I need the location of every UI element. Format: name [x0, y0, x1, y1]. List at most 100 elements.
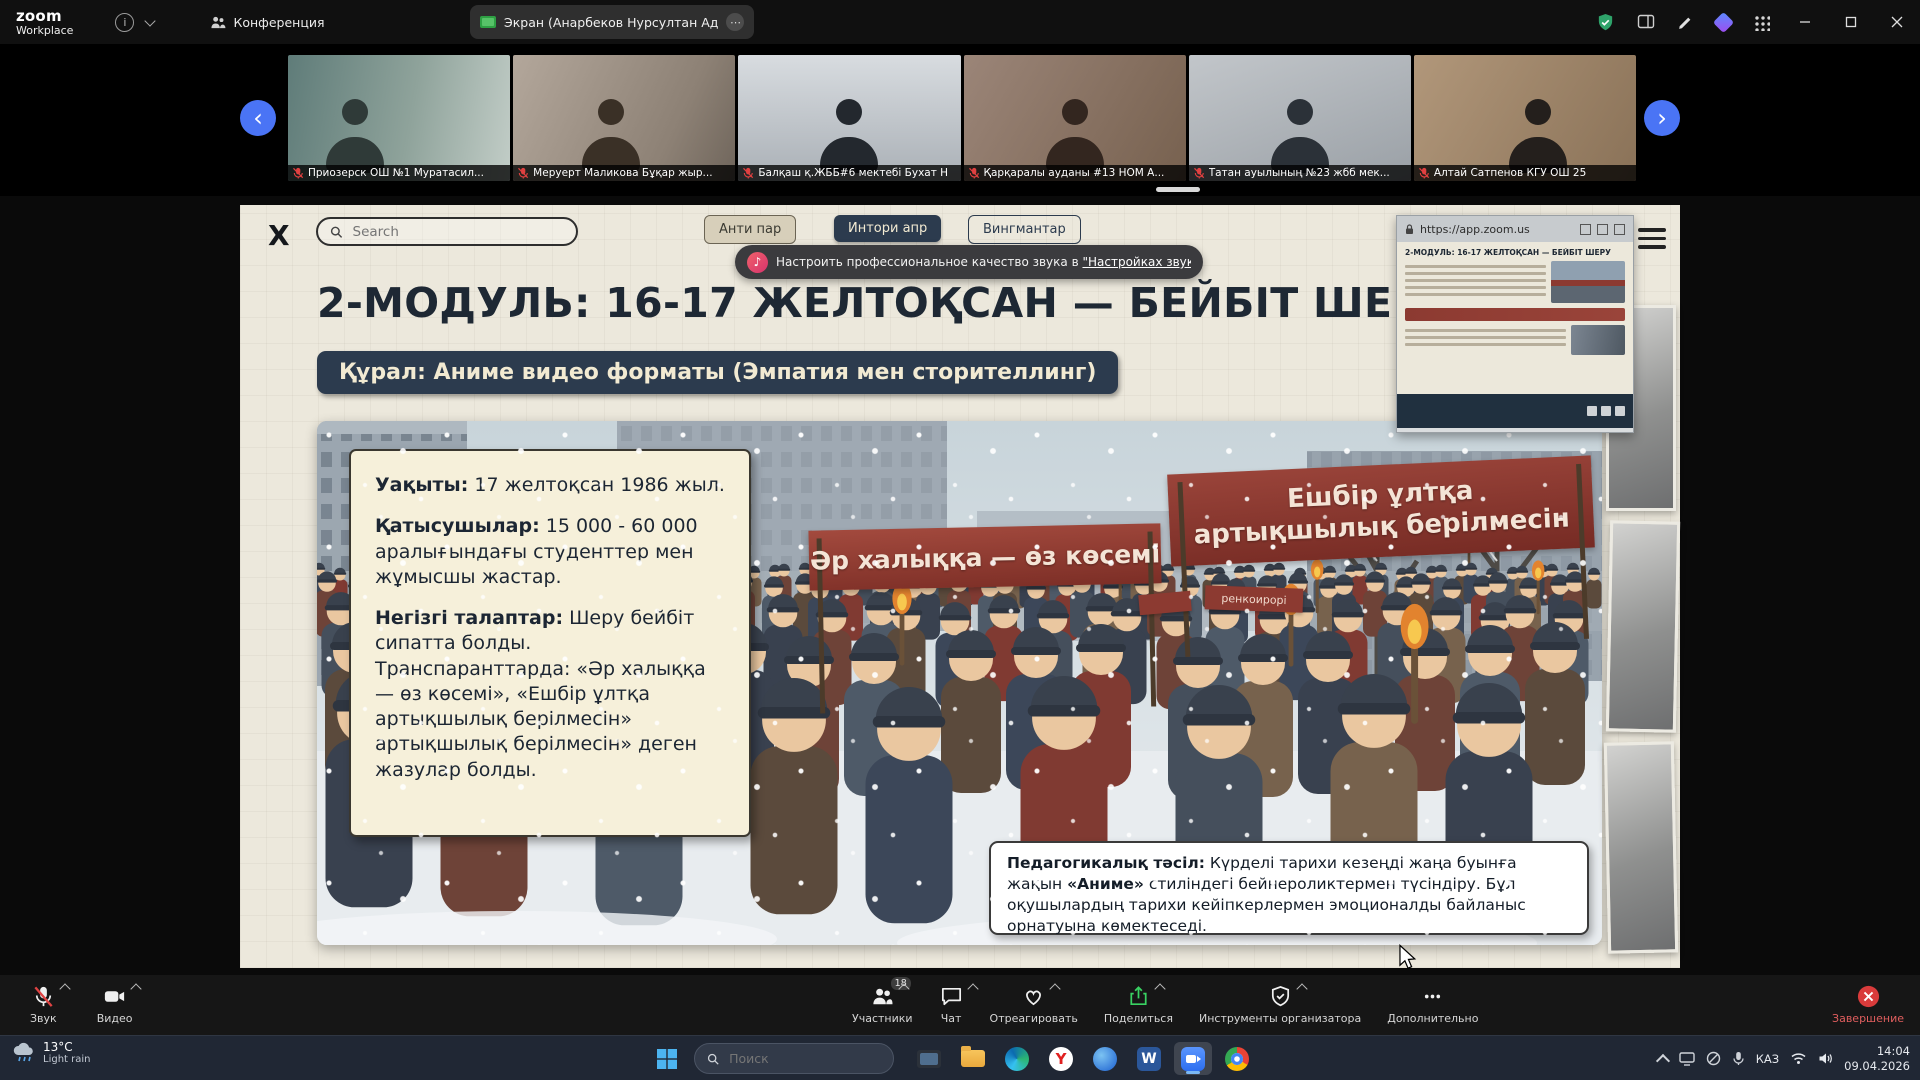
mini-banner-strip [1405, 308, 1625, 321]
chevron-up-icon[interactable] [1296, 983, 1307, 994]
chevron-up-icon[interactable] [1050, 983, 1061, 994]
participant-tile[interactable]: Меруерт Маликова Бұқар жыр... [513, 55, 735, 181]
monitor-icon[interactable] [1679, 1052, 1695, 1066]
info-demands-label: Негізгі талаптар: [375, 607, 563, 629]
edit-pencil-icon[interactable] [1677, 14, 1694, 31]
pedagogy-label: Педагогикалық тәсіл: [1007, 854, 1205, 872]
start-button[interactable] [650, 1042, 684, 1075]
mic-muted-icon [1418, 167, 1430, 179]
ai-companion-icon[interactable] [1713, 11, 1734, 32]
video-label: Видео [97, 1012, 133, 1025]
wifi-icon[interactable] [1790, 1052, 1807, 1065]
participant-name-bar: Қарқаралы ауданы #13 НОМ А... [964, 165, 1186, 181]
video-button[interactable]: Видео [97, 982, 133, 1025]
tray-mic-icon[interactable] [1732, 1051, 1745, 1066]
zoom-icon [1181, 1047, 1205, 1071]
audio-quality-notification[interactable]: ♪ Настроить профессиональное качество зв… [735, 245, 1203, 279]
participant-name-bar: Меруерт Маликова Бұқар жыр... [513, 165, 735, 181]
keyboard-language[interactable]: КАЗ [1756, 1052, 1779, 1066]
slide-tab-2[interactable]: Интори апр [834, 215, 941, 242]
participants-button[interactable]: 18 Участники [852, 982, 913, 1025]
edge-app[interactable] [998, 1042, 1036, 1075]
titlebar: zoom Workplace i Конференция Экран (Анар… [0, 0, 1920, 44]
browser-popup-url[interactable]: https://app.zoom.us [1420, 223, 1574, 236]
participant-tile[interactable]: Қарқаралы ауданы #13 НОМ А... [964, 55, 1186, 181]
weather-widget[interactable]: 13°C Light rain [12, 1040, 91, 1066]
participant-tile[interactable]: Алтай Сатпенов КГУ ОШ 25 [1414, 55, 1636, 181]
shield-check-icon[interactable] [1596, 13, 1615, 32]
participant-tile[interactable]: Балқаш қ.ЖББ#6 мектебі Бухат Н [738, 55, 960, 181]
zoom-app[interactable] [1174, 1042, 1212, 1075]
file-explorer-app[interactable] [954, 1042, 992, 1075]
slide-search-input[interactable] [351, 223, 564, 241]
computer-app[interactable] [910, 1042, 948, 1075]
yandex-app[interactable]: Y [1042, 1042, 1080, 1075]
word-app[interactable]: W [1130, 1042, 1168, 1075]
window-controls [1782, 0, 1920, 44]
tab-more-icon[interactable]: ⋯ [726, 13, 744, 31]
speaker-icon[interactable] [1818, 1052, 1833, 1065]
chrome-app[interactable] [1218, 1042, 1256, 1075]
titlebar-actions [1596, 0, 1770, 44]
info-icon[interactable]: i [115, 13, 134, 32]
participant-tile[interactable]: Приозерск ОШ №1 Муратасил... [288, 55, 510, 181]
participant-name: Татан ауылының №23 жбб мек... [1209, 167, 1390, 179]
weather-desc: Light rain [43, 1054, 91, 1066]
layout-panel-icon[interactable] [1637, 13, 1655, 31]
slide-tab-1[interactable]: Анти пар [704, 215, 796, 244]
chevron-up-icon[interactable] [59, 983, 70, 994]
popup-window-control[interactable] [1614, 224, 1625, 235]
slide-title: 2-МОДУЛЬ: 16-17 ЖЕЛТОҚСАН — БЕЙБІТ ШЕРУ [317, 279, 1455, 327]
menu-hamburger-icon[interactable] [1638, 223, 1666, 254]
notification-prefix: Настроить профессиональное качество звук… [776, 255, 1082, 269]
strip-collapse-handle[interactable] [1156, 187, 1200, 192]
more-dots-icon [1420, 984, 1445, 1009]
video-strip: ‹ Приозерск ОШ №1 Муратасил... Меруерт М… [0, 44, 1920, 196]
blocked-device-icon[interactable] [1706, 1051, 1721, 1066]
minimize-button[interactable] [1782, 0, 1828, 44]
maximize-button[interactable] [1828, 0, 1874, 44]
next-participants-button[interactable]: › [1644, 100, 1680, 136]
mic-muted-icon [517, 167, 529, 179]
taskbar-search-input[interactable] [727, 1050, 881, 1067]
react-button[interactable]: Отреагировать [990, 982, 1078, 1025]
chevron-up-icon[interactable] [130, 983, 141, 994]
camera-icon [102, 984, 127, 1009]
slide-tab-3[interactable]: Вингмантар [968, 215, 1081, 244]
end-meeting-button[interactable]: Завершение [1832, 982, 1904, 1025]
audio-button[interactable]: Звук [30, 982, 57, 1025]
chevron-down-icon[interactable] [145, 15, 156, 26]
previous-participants-button[interactable]: ‹ [240, 100, 276, 136]
chevron-up-icon[interactable] [1154, 983, 1165, 994]
tab-conference[interactable]: Конференция [210, 15, 324, 30]
tray-expand-icon[interactable] [1656, 1053, 1670, 1067]
participant-name-bar: Татан ауылының №23 жбб мек... [1189, 165, 1411, 181]
close-button[interactable] [1874, 0, 1920, 44]
slide-search-box[interactable] [316, 217, 578, 246]
participant-name-bar: Приозерск ОШ №1 Муратасил... [288, 165, 510, 181]
audio-settings-link[interactable]: "Настройках звука" [1082, 255, 1191, 269]
tab-screen-share[interactable]: Экран (Анарбеков Нурсултан Ад ⋯ [470, 5, 754, 39]
taskbar-search[interactable] [694, 1043, 894, 1074]
participant-tiles: Приозерск ОШ №1 Муратасил... Меруерт Мал… [288, 55, 1636, 181]
apps-grid-icon[interactable] [1753, 14, 1770, 31]
participant-tile[interactable]: Татан ауылының №23 жбб мек... [1189, 55, 1411, 181]
chevron-up-icon[interactable] [967, 983, 978, 994]
popup-window-control[interactable] [1580, 224, 1591, 235]
browser-popup[interactable]: https://app.zoom.us 2-МОДУЛЬ: 16-17 ЖЕЛТ… [1396, 215, 1634, 433]
protest-banner-right: Ешбір ұлтқа артықшылық берілмесін [1167, 455, 1595, 566]
search-icon [707, 1052, 719, 1066]
participant-name: Приозерск ОШ №1 Муратасил... [308, 167, 484, 179]
chat-button[interactable]: Чат [939, 982, 964, 1025]
taskbar-clock[interactable]: 14:04 09.04.2026 [1844, 1044, 1910, 1074]
popup-window-control[interactable] [1597, 224, 1608, 235]
participant-silhouette [323, 99, 387, 165]
slide-subtitle: Құрал: Аниме видео форматы (Эмпатия мен … [317, 351, 1118, 394]
browser-app[interactable] [1086, 1042, 1124, 1075]
host-tools-button[interactable]: Инструменты организатора [1199, 982, 1361, 1025]
participant-name-bar: Балқаш қ.ЖББ#6 мектебі Бухат Н [738, 165, 960, 181]
more-button[interactable]: Дополнительно [1387, 982, 1478, 1025]
participant-silhouette [1043, 99, 1107, 165]
screen-tab-label: Экран (Анарбеков Нурсултан Ад [504, 15, 718, 30]
share-button[interactable]: Поделиться [1104, 982, 1173, 1025]
